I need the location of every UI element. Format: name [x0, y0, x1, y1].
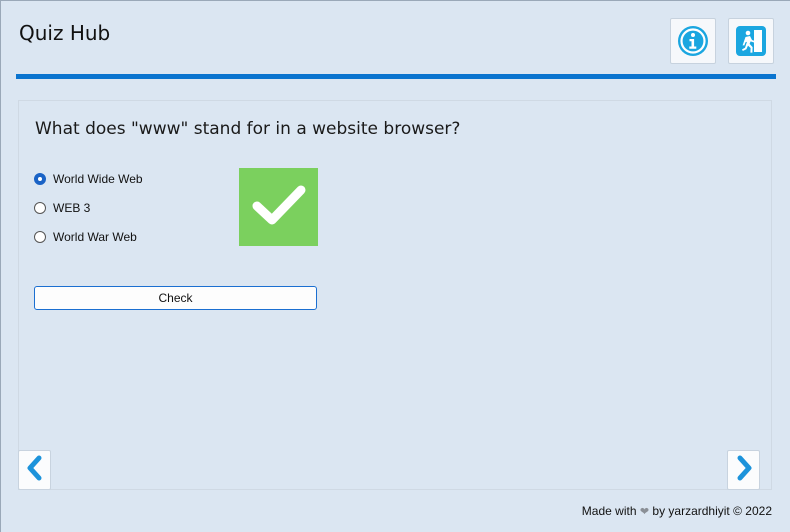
- previous-button[interactable]: [18, 450, 51, 490]
- header-divider: [16, 74, 776, 79]
- info-icon: [676, 24, 710, 58]
- radio-selected[interactable]: [34, 173, 46, 185]
- next-button[interactable]: [727, 450, 760, 490]
- radio-unselected[interactable]: [34, 202, 46, 214]
- heart-icon: ❤: [639, 506, 650, 518]
- footer-author: by yarzardhiyit: [652, 504, 730, 518]
- option-world-wide-web[interactable]: World Wide Web: [34, 170, 143, 188]
- option-label: World War Web: [53, 230, 137, 244]
- option-label: WEB 3: [53, 201, 91, 215]
- option-label: World Wide Web: [53, 172, 143, 186]
- question-text: What does "www" stand for in a website b…: [35, 119, 461, 139]
- option-world-war-web[interactable]: World War Web: [34, 228, 137, 246]
- exit-button[interactable]: [728, 18, 774, 64]
- chevron-right-icon: [734, 455, 754, 486]
- radio-unselected[interactable]: [34, 231, 46, 243]
- check-button[interactable]: Check: [34, 286, 317, 310]
- info-button[interactable]: [670, 18, 716, 64]
- chevron-left-icon: [25, 455, 45, 486]
- footer-credit: Made with ❤ by yarzardhiyit © 2022: [582, 504, 772, 518]
- checkmark-icon: [251, 182, 307, 233]
- footer-made-with: Made with: [581, 504, 637, 518]
- option-web-3[interactable]: WEB 3: [34, 199, 90, 217]
- question-panel: What does "www" stand for in a website b…: [18, 100, 772, 490]
- footer-copyright: © 2022: [733, 504, 772, 518]
- exit-door-icon: [734, 24, 768, 58]
- app-title: Quiz Hub: [19, 21, 111, 45]
- correct-feedback: [239, 168, 318, 246]
